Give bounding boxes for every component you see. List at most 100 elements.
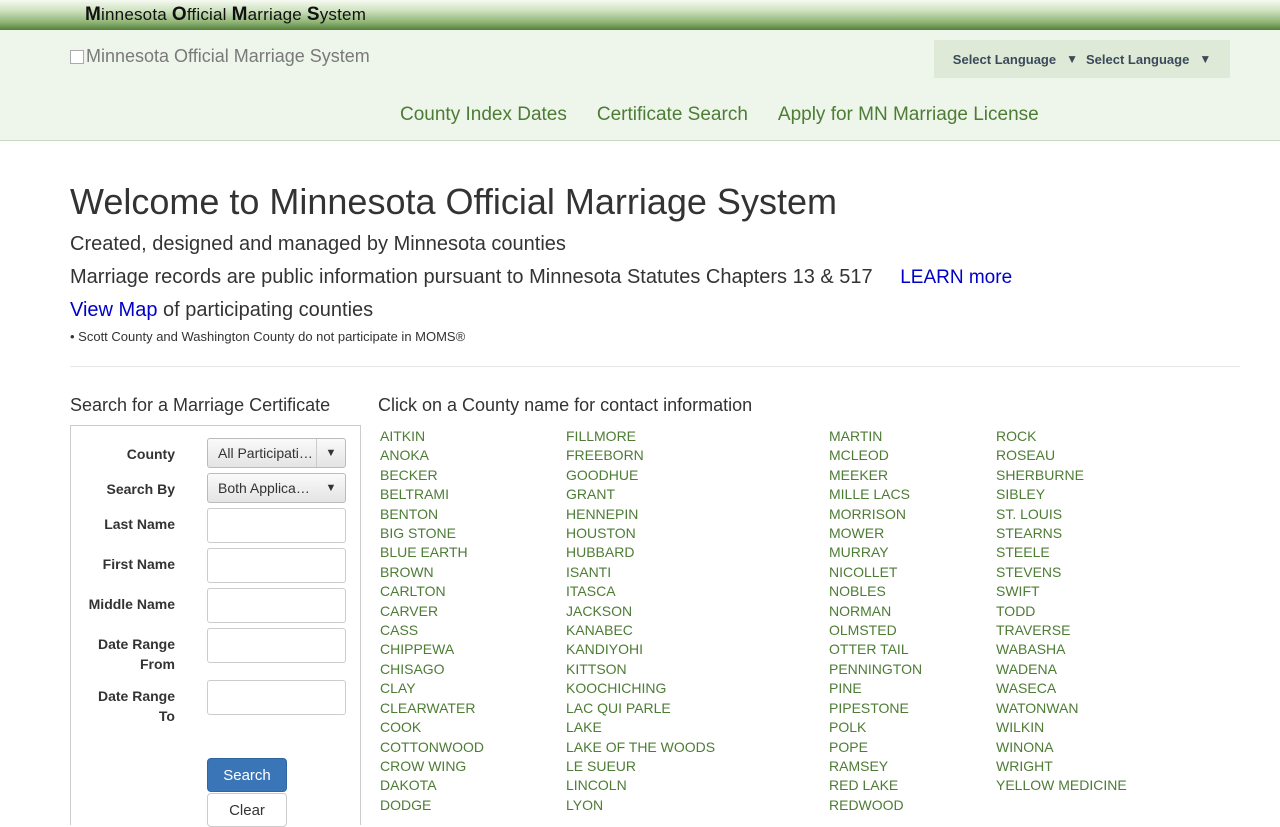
county-link[interactable]: GOODHUE	[566, 466, 829, 485]
county-link[interactable]: YELLOW MEDICINE	[996, 776, 1176, 795]
county-link[interactable]: KOOCHICHING	[566, 679, 829, 698]
county-link[interactable]: SHERBURNE	[996, 466, 1176, 485]
county-link[interactable]: NOBLES	[829, 582, 996, 601]
county-link[interactable]: TRAVERSE	[996, 621, 1176, 640]
county-link[interactable]: NICOLLET	[829, 563, 996, 582]
county-link[interactable]: WADENA	[996, 660, 1176, 679]
county-link[interactable]: HENNEPIN	[566, 505, 829, 524]
county-link[interactable]: TODD	[996, 602, 1176, 621]
county-link[interactable]: ANOKA	[380, 446, 566, 465]
county-link[interactable]: AITKIN	[380, 427, 566, 446]
date-from-input[interactable]	[207, 628, 346, 663]
view-map-link[interactable]: View Map	[70, 299, 157, 321]
county-link[interactable]: LYON	[566, 796, 829, 815]
county-link[interactable]: KITTSON	[566, 660, 829, 679]
county-link[interactable]: HUBBARD	[566, 543, 829, 562]
county-link[interactable]: BROWN	[380, 563, 566, 582]
county-link[interactable]: ROSEAU	[996, 446, 1176, 465]
county-link[interactable]: BIG STONE	[380, 524, 566, 543]
first-name-label: First Name	[102, 556, 175, 572]
county-link[interactable]: COTTONWOOD	[380, 738, 566, 757]
county-link[interactable]: LINCOLN	[566, 776, 829, 795]
logo-alt-text: Minnesota Official Marriage System	[86, 46, 370, 66]
county-link[interactable]: NORMAN	[829, 602, 996, 621]
county-link[interactable]: COOK	[380, 718, 566, 737]
county-link[interactable]: ROCK	[996, 427, 1176, 446]
county-link[interactable]: WATONWAN	[996, 699, 1176, 718]
county-link[interactable]: STEVENS	[996, 563, 1176, 582]
learn-more-link[interactable]: LEARN more	[900, 267, 1012, 288]
county-link[interactable]: LAKE OF THE WOODS	[566, 738, 829, 757]
county-link[interactable]: CHISAGO	[380, 660, 566, 679]
search-by-select[interactable]: Both Applicants ▼	[207, 473, 346, 503]
county-link[interactable]: ST. LOUIS	[996, 505, 1176, 524]
county-link[interactable]: CLEARWATER	[380, 699, 566, 718]
county-link[interactable]: WINONA	[996, 738, 1176, 757]
county-link[interactable]: MURRAY	[829, 543, 996, 562]
county-select[interactable]: All Participating Counties ▼	[207, 438, 346, 468]
language-select-2[interactable]: Select Language ▼	[1086, 52, 1211, 67]
county-link[interactable]: PIPESTONE	[829, 699, 996, 718]
county-link[interactable]: MORRISON	[829, 505, 996, 524]
county-link[interactable]: WILKIN	[996, 718, 1176, 737]
county-link[interactable]: FILLMORE	[566, 427, 829, 446]
county-link[interactable]: POPE	[829, 738, 996, 757]
county-link[interactable]: FREEBORN	[566, 446, 829, 465]
county-link[interactable]: CLAY	[380, 679, 566, 698]
nav-certificate-search[interactable]: Certificate Search	[597, 104, 748, 126]
county-link[interactable]: JACKSON	[566, 602, 829, 621]
middle-name-input[interactable]	[207, 588, 346, 623]
clear-button[interactable]: Clear	[207, 793, 287, 827]
county-link[interactable]: MEEKER	[829, 466, 996, 485]
county-link[interactable]: CROW WING	[380, 757, 566, 776]
county-link[interactable]: PENNINGTON	[829, 660, 996, 679]
county-link[interactable]: KANDIYOHI	[566, 640, 829, 659]
county-link[interactable]: LAC QUI PARLE	[566, 699, 829, 718]
county-link[interactable]: WABASHA	[996, 640, 1176, 659]
county-list-title: Click on a County name for contact infor…	[378, 395, 753, 415]
county-link[interactable]: MCLEOD	[829, 446, 996, 465]
lower-section: Search for a Marriage Certificate County…	[70, 395, 1210, 827]
last-name-input[interactable]	[207, 508, 346, 543]
county-link[interactable]: RED LAKE	[829, 776, 996, 795]
county-link[interactable]: RAMSEY	[829, 757, 996, 776]
county-link[interactable]: BECKER	[380, 466, 566, 485]
county-link[interactable]: BLUE EARTH	[380, 543, 566, 562]
date-to-input[interactable]	[207, 680, 346, 715]
nav-apply-license[interactable]: Apply for MN Marriage License	[778, 104, 1039, 126]
county-link[interactable]: CARVER	[380, 602, 566, 621]
county-link[interactable]: DAKOTA	[380, 776, 566, 795]
county-link[interactable]: MOWER	[829, 524, 996, 543]
county-link[interactable]: BENTON	[380, 505, 566, 524]
county-link[interactable]: KANABEC	[566, 621, 829, 640]
county-link[interactable]: HOUSTON	[566, 524, 829, 543]
county-link[interactable]: ITASCA	[566, 582, 829, 601]
county-link[interactable]: OLMSTED	[829, 621, 996, 640]
county-link[interactable]: CHIPPEWA	[380, 640, 566, 659]
county-link[interactable]: CARLTON	[380, 582, 566, 601]
county-link[interactable]: OTTER TAIL	[829, 640, 996, 659]
county-link[interactable]: STEARNS	[996, 524, 1176, 543]
county-link[interactable]: WRIGHT	[996, 757, 1176, 776]
county-link[interactable]: LAKE	[566, 718, 829, 737]
county-link[interactable]: REDWOOD	[829, 796, 996, 815]
county-link[interactable]: SIBLEY	[996, 485, 1176, 504]
county-link[interactable]: GRANT	[566, 485, 829, 504]
county-link[interactable]: LE SUEUR	[566, 757, 829, 776]
logo[interactable]: Minnesota Official Marriage System	[70, 46, 370, 67]
county-link[interactable]: WASECA	[996, 679, 1176, 698]
county-link[interactable]: BELTRAMI	[380, 485, 566, 504]
first-name-input[interactable]	[207, 548, 346, 583]
county-link[interactable]: MARTIN	[829, 427, 996, 446]
search-button[interactable]: Search	[207, 758, 287, 792]
county-link[interactable]: ISANTI	[566, 563, 829, 582]
county-link[interactable]: POLK	[829, 718, 996, 737]
county-link[interactable]: DODGE	[380, 796, 566, 815]
nav-county-index-dates[interactable]: County Index Dates	[400, 104, 567, 126]
county-link[interactable]: SWIFT	[996, 582, 1176, 601]
county-link[interactable]: PINE	[829, 679, 996, 698]
county-link[interactable]: MILLE LACS	[829, 485, 996, 504]
language-select-1[interactable]: Select Language ▼	[953, 52, 1078, 67]
county-link[interactable]: STEELE	[996, 543, 1176, 562]
county-link[interactable]: CASS	[380, 621, 566, 640]
